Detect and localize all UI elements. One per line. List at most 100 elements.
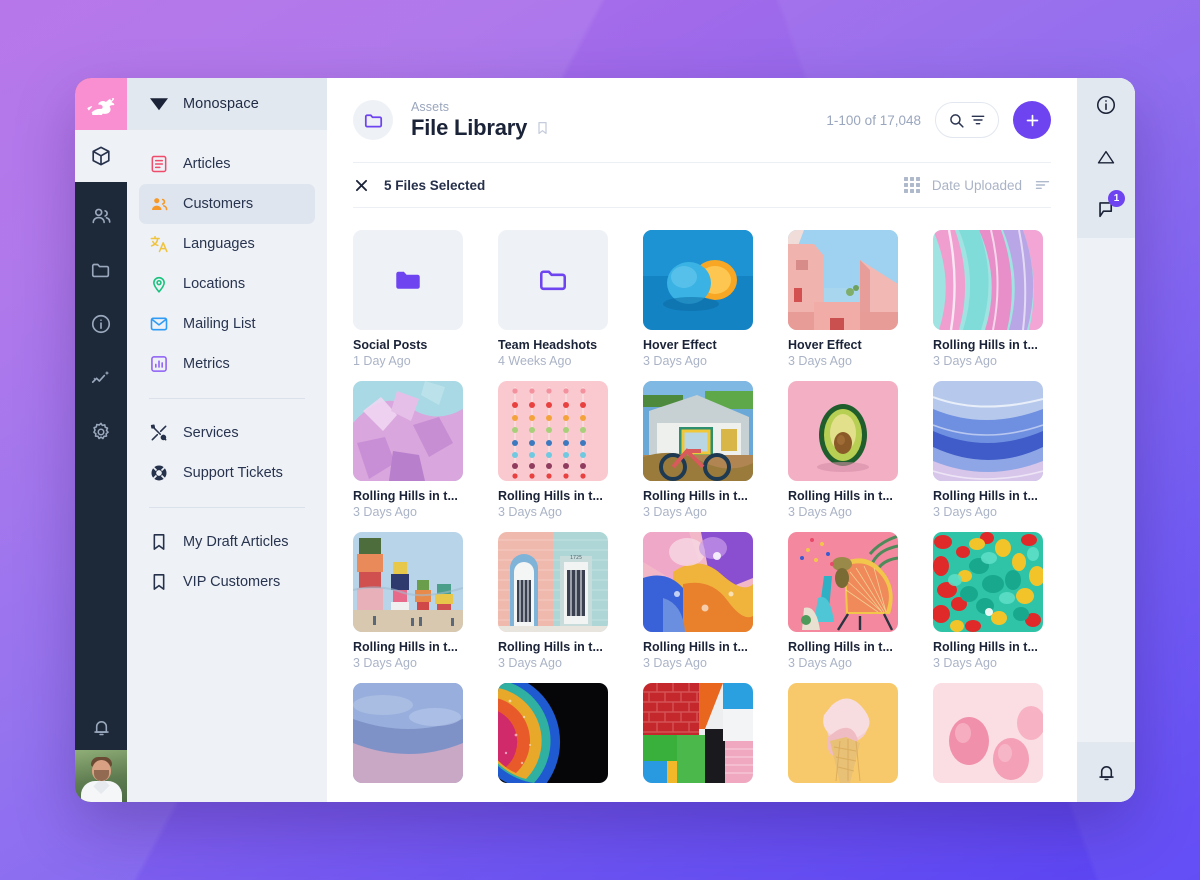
search-icon <box>948 112 965 129</box>
right-rail: 1 <box>1077 78 1135 802</box>
diamond-icon <box>149 95 169 113</box>
sidebar-item-languages[interactable]: Languages <box>139 224 315 264</box>
file-subtitle: 3 Days Ago <box>643 354 707 368</box>
file-card[interactable]: Rolling Hills in t... 3 Days Ago <box>353 381 463 519</box>
bell-icon[interactable] <box>75 704 127 750</box>
metrics-icon <box>149 354 169 374</box>
sidebar-item-metrics[interactable]: Metrics <box>139 344 315 384</box>
bookmark-outline-icon[interactable] <box>535 119 550 137</box>
sidebar-item-locations[interactable]: Locations <box>139 264 315 304</box>
file-title: Rolling Hills in t... <box>353 489 458 503</box>
workspace-switcher[interactable]: Monospace <box>127 78 327 130</box>
bookmark-icon <box>149 572 169 592</box>
file-card[interactable] <box>788 683 898 793</box>
sidebar-item-services[interactable]: Services <box>139 413 315 453</box>
image-thumbnail <box>933 532 1043 632</box>
sidebar-item-support-tickets[interactable]: Support Tickets <box>139 453 315 493</box>
file-card[interactable]: Rolling Hills in t... 3 Days Ago <box>643 381 753 519</box>
sidebar-item-label: Support Tickets <box>183 465 283 481</box>
file-card[interactable]: Rolling Hills in t... 3 Days Ago <box>933 532 1043 670</box>
rail-item-cube[interactable] <box>75 130 127 182</box>
close-icon[interactable] <box>353 177 370 194</box>
rail-item-info[interactable] <box>75 304 127 344</box>
articles-icon <box>149 154 169 174</box>
file-card[interactable] <box>353 683 463 793</box>
image-thumbnail <box>643 532 753 632</box>
file-title: Rolling Hills in t... <box>788 489 893 503</box>
search-filter-button[interactable] <box>935 102 999 138</box>
rabbit-logo-icon[interactable] <box>75 78 127 130</box>
sidebar-item-label: Locations <box>183 276 246 292</box>
file-title: Rolling Hills in t... <box>498 489 603 503</box>
image-thumbnail <box>353 532 463 632</box>
file-title: Hover Effect <box>788 338 862 352</box>
sidebar-item-customers[interactable]: Customers <box>139 184 315 224</box>
sidebar-item-my-draft-articles[interactable]: My Draft Articles <box>139 522 315 562</box>
main-content: Assets File Library 1-100 of 17,048 5 Fi… <box>327 78 1077 802</box>
file-title: Rolling Hills in t... <box>933 489 1038 503</box>
file-card[interactable]: Rolling Hills in t... 3 Days Ago <box>933 381 1043 519</box>
sidebar-item-label: Mailing List <box>183 316 256 332</box>
file-card[interactable] <box>643 683 753 793</box>
right-rail-info[interactable] <box>1089 90 1123 120</box>
sidebar-item-mailing-list[interactable]: Mailing List <box>139 304 315 344</box>
page-title: File Library <box>411 114 528 140</box>
file-subtitle: 3 Days Ago <box>933 354 997 368</box>
file-card[interactable]: Rolling Hills in t... 3 Days Ago <box>933 230 1043 368</box>
file-title: Team Headshots <box>498 338 598 352</box>
image-thumbnail <box>933 230 1043 330</box>
file-title: Rolling Hills in t... <box>643 640 748 654</box>
file-card[interactable]: Social Posts 1 Day Ago <box>353 230 463 368</box>
toolbar-right-controls: Date Uploaded <box>903 177 1051 193</box>
folder-outline-thumbnail <box>498 230 608 330</box>
file-subtitle: 1 Day Ago <box>353 354 411 368</box>
file-card[interactable]: Hover Effect 3 Days Ago <box>643 230 753 368</box>
right-rail-warning[interactable] <box>1089 142 1123 172</box>
add-button[interactable] <box>1013 101 1051 139</box>
file-card[interactable]: Rolling Hills in t... 3 Days Ago <box>788 381 898 519</box>
file-subtitle: 3 Days Ago <box>788 354 852 368</box>
avatar[interactable] <box>75 750 127 802</box>
file-card[interactable]: Rolling Hills in t... 3 Days Ago <box>788 532 898 670</box>
grid-view-icon[interactable] <box>903 177 920 193</box>
file-subtitle: 3 Days Ago <box>788 656 852 670</box>
sidebar-nav: Monospace Articles Customers Languages L… <box>127 78 327 802</box>
file-title: Hover Effect <box>643 338 717 352</box>
file-card[interactable]: Rolling Hills in t... 3 Days Ago <box>643 532 753 670</box>
page-header: Assets File Library 1-100 of 17,048 <box>327 78 1077 162</box>
file-subtitle: 3 Days Ago <box>498 656 562 670</box>
image-thumbnail: 1725 <box>498 532 608 632</box>
file-card[interactable]: Hover Effect 3 Days Ago <box>788 230 898 368</box>
sort-label[interactable]: Date Uploaded <box>932 178 1022 193</box>
sidebar-item-label: My Draft Articles <box>183 534 289 550</box>
file-card[interactable] <box>933 683 1043 793</box>
file-subtitle: 3 Days Ago <box>353 656 417 670</box>
header-actions: 1-100 of 17,048 <box>826 101 1051 139</box>
file-card[interactable]: Rolling Hills in t... 3 Days Ago <box>498 381 608 519</box>
sort-icon[interactable] <box>1034 177 1051 193</box>
lifebuoy-icon <box>149 463 169 483</box>
sidebar-item-vip-customers[interactable]: VIP Customers <box>139 562 315 602</box>
rail-item-analytics[interactable] <box>75 358 127 398</box>
breadcrumb: Assets File Library <box>411 100 550 141</box>
selection-toolbar: 5 Files Selected Date Uploaded <box>353 162 1051 208</box>
file-card[interactable] <box>498 683 608 793</box>
file-grid: Social Posts 1 Day Ago Team Headshots 4 … <box>353 230 1051 793</box>
right-rail-top-group: 1 <box>1077 78 1135 238</box>
image-thumbnail <box>643 683 753 783</box>
file-title: Social Posts <box>353 338 428 352</box>
image-thumbnail <box>788 683 898 783</box>
sidebar-item-articles[interactable]: Articles <box>139 144 315 184</box>
file-card[interactable]: Team Headshots 4 Weeks Ago <box>498 230 608 368</box>
file-subtitle: 3 Days Ago <box>643 505 707 519</box>
rail-item-people[interactable] <box>75 196 127 236</box>
rail-item-folder[interactable] <box>75 250 127 290</box>
file-card[interactable]: Rolling Hills in t... 3 Days Ago <box>353 532 463 670</box>
right-rail-comments[interactable]: 1 <box>1089 190 1125 224</box>
sidebar-item-label: Services <box>183 425 239 441</box>
file-subtitle: 3 Days Ago <box>933 656 997 670</box>
rail-item-settings[interactable] <box>75 412 127 452</box>
file-title: Rolling Hills in t... <box>933 338 1038 352</box>
right-rail-bell[interactable] <box>1077 742 1135 802</box>
file-card[interactable]: 1725 Rolling Hills in t... 3 Days Ago <box>498 532 608 670</box>
